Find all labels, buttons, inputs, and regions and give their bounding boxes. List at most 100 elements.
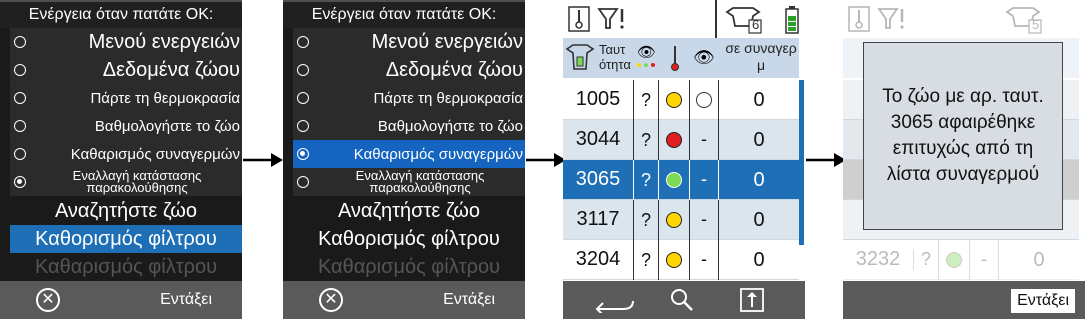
row-alarm-value: 0	[718, 119, 799, 160]
radio-icon	[297, 64, 309, 76]
status-bar: 6	[563, 0, 805, 38]
status-dot-icon	[666, 171, 682, 188]
table-row[interactable]: 3204? -0	[563, 239, 799, 280]
row-alarm-value: 0	[718, 79, 799, 120]
status-bar: 5	[843, 0, 1085, 38]
option-action-menu[interactable]: Μενού ενεργειών	[10, 28, 242, 56]
watch-cell: -	[689, 199, 718, 240]
status-dot-icon	[666, 91, 682, 108]
back-arrow-icon[interactable]	[593, 289, 637, 313]
screen-menu-1: Ενέργεια όταν πατάτε ΟΚ: Μενού ενεργειών…	[0, 0, 242, 319]
table-header: Ταυτ ότητα 👁 👁 σε συναγερμ	[563, 38, 799, 78]
row-id: 3117	[576, 208, 620, 230]
arrow-right-icon	[243, 153, 283, 167]
row-unknown: ?	[633, 119, 658, 160]
table-row-dimmed: 3232 ? - 0	[843, 239, 1079, 280]
set-filter-button[interactable]: Καθορισμός φίλτρου	[293, 225, 525, 253]
option-animal-data[interactable]: Δεδομένα ζώου	[293, 56, 525, 84]
row-id: 3065	[575, 168, 621, 190]
option-clear-alarms[interactable]: Καθαρισμός συναγερμών	[10, 140, 242, 168]
table-row[interactable]: 3117? -0	[563, 199, 799, 240]
watch-value: -	[701, 129, 707, 149]
battery-icon	[785, 6, 799, 34]
search-animal-button[interactable]: Αναζητήστε ζώο	[293, 197, 525, 225]
menu-bottom-bar: ✕ Εντάξει	[283, 281, 525, 319]
row-unknown: ?	[633, 199, 658, 240]
status-dot-red-icon	[651, 63, 655, 67]
watch-value: -	[701, 209, 707, 229]
table-bottom-bar	[563, 281, 805, 319]
ok-button[interactable]: Εντάξει	[443, 291, 495, 309]
option-take-temperature[interactable]: Πάρτε τη θερμοκρασία	[293, 84, 525, 112]
menu-header: Ενέργεια όταν πατάτε ΟΚ:	[283, 2, 525, 28]
alarm-column-header: σε συναγερμ	[725, 40, 797, 73]
row-alarm-value: 0	[718, 159, 799, 200]
radio-selected-icon	[297, 148, 309, 160]
row-alarm-value: 0	[718, 239, 799, 280]
option-toggle-monitoring[interactable]: Εναλλαγή κατάστασης παρακολούθησης	[10, 168, 242, 196]
cancel-icon[interactable]: ✕	[319, 288, 343, 312]
watch-value: -	[701, 249, 707, 269]
status-dot-icon	[666, 211, 682, 228]
eye-status-icon: 👁	[637, 44, 657, 61]
option-score-animal[interactable]: Βαθμολογήστε το ζώο	[10, 112, 242, 140]
option-animal-data[interactable]: Δεδομένα ζώου	[10, 56, 242, 84]
screen-alarm-list: 6 Ταυτ ότητα 👁 👁 σε συναγερμ 1005? 0 3044?…	[563, 0, 805, 319]
watch-cell: -	[689, 239, 718, 280]
row-id: 3204	[575, 248, 621, 270]
option-action-menu[interactable]: Μενού ενεργειών	[293, 28, 525, 56]
option-take-temperature[interactable]: Πάρτε τη θερμοκρασία	[10, 84, 242, 112]
option-clear-alarms[interactable]: Καθαρισμός συναγερμών	[293, 140, 525, 168]
radio-icon	[297, 92, 309, 104]
radio-icon	[297, 176, 309, 188]
filter-alert-icon	[877, 8, 904, 29]
ok-button[interactable]: Εντάξει	[160, 291, 212, 309]
watch-value: -	[701, 169, 707, 189]
eye-icon: 👁	[693, 48, 715, 67]
status-dot-icon	[666, 131, 682, 148]
arrow-right-icon	[526, 153, 566, 167]
clear-filter-button: Καθαρισμός φίλτρου	[34, 255, 218, 278]
radio-icon	[297, 120, 309, 132]
scrollbar[interactable]	[799, 80, 804, 245]
status-cell	[658, 159, 689, 200]
watch-cell	[689, 79, 718, 120]
id-column-header: Ταυτ ότητα	[599, 42, 631, 72]
filter-alert-icon[interactable]	[597, 6, 627, 32]
set-filter-button[interactable]: Καθορισμός φίλτρου	[10, 225, 242, 253]
cow-count: 5	[1032, 17, 1040, 32]
cow-count: 6	[752, 17, 760, 32]
ok-button[interactable]: Εντάξει	[1011, 289, 1075, 313]
search-icon[interactable]	[669, 287, 695, 313]
menu-bottom-bar: ✕ Εντάξει	[0, 281, 242, 319]
row-unknown: ?	[633, 79, 658, 120]
status-cell	[658, 79, 689, 120]
thermometer-card-icon[interactable]	[567, 6, 591, 32]
clear-filter-button: Καθαρισμός φίλτρου	[317, 255, 501, 278]
search-animal-button[interactable]: Αναζητήστε ζώο	[10, 197, 242, 225]
status-dot-yellow-icon	[637, 63, 641, 67]
cancel-icon[interactable]: ✕	[36, 288, 60, 312]
radio-selected-icon	[14, 176, 26, 188]
row-unknown: ?	[633, 239, 658, 280]
radio-icon	[14, 92, 26, 104]
table-row[interactable]: 3065? -0	[563, 159, 799, 200]
cow-id-icon	[565, 44, 595, 70]
row-alarm-value: 0	[718, 199, 799, 240]
table-row[interactable]: 3044? -0	[563, 119, 799, 160]
row-id: 3044	[575, 128, 621, 150]
menu-header: Ενέργεια όταν πατάτε ΟΚ:	[0, 2, 242, 28]
status-cell	[658, 119, 689, 160]
status-dot-icon	[946, 251, 962, 268]
status-dot-icon	[666, 251, 682, 268]
table-row[interactable]: 1005? 0	[563, 79, 799, 120]
export-icon[interactable]	[739, 287, 765, 313]
thermometer-icon	[671, 46, 679, 71]
option-score-animal[interactable]: Βαθμολογήστε το ζώο	[293, 112, 525, 140]
radio-icon	[14, 120, 26, 132]
option-toggle-monitoring[interactable]: Εναλλαγή κατάστασης παρακολούθησης	[293, 168, 525, 196]
screen-result: 5 3232 ? - 0 Το ζώο με αρ. ταυτ. 3065 αφ…	[843, 0, 1085, 319]
row-unknown: ?	[633, 159, 658, 200]
radio-icon	[14, 64, 26, 76]
row-id: 1005	[575, 88, 621, 110]
